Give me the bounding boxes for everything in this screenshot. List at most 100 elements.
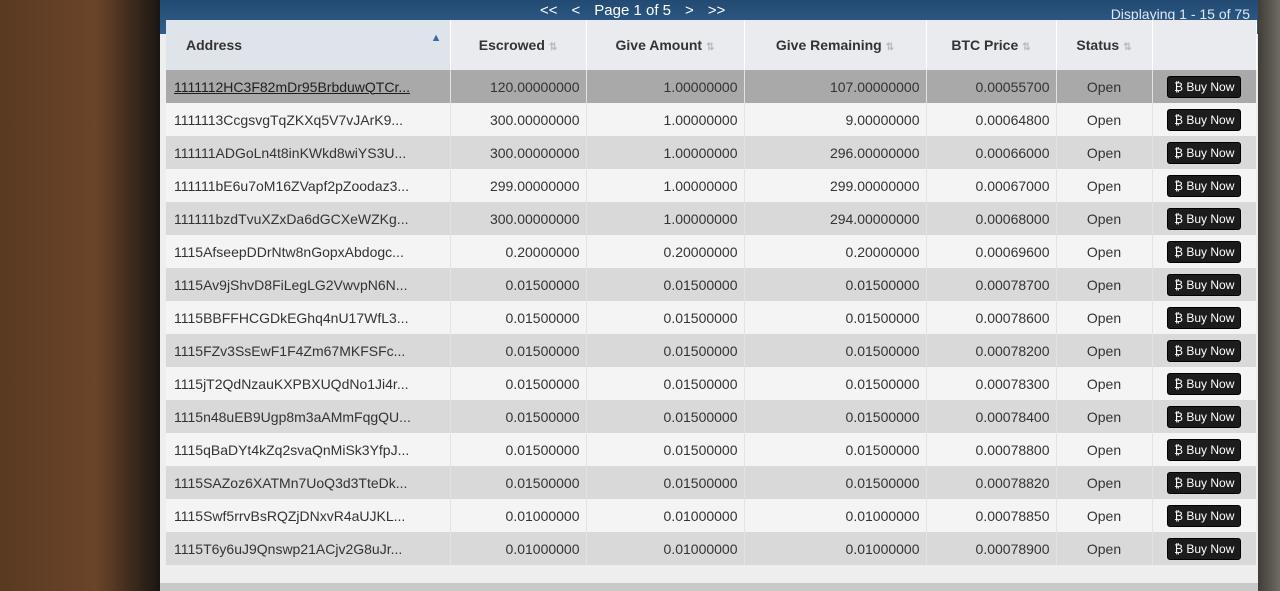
address-cell[interactable]: 1115jT2QdNzauKXPBXUQdNo1Ji4r... bbox=[166, 367, 451, 400]
address-cell[interactable]: 1115T6y6uJ9Qnswp21ACjv2G8uJr... bbox=[166, 532, 451, 565]
escrowed-cell: 0.01500000 bbox=[450, 334, 587, 367]
table-row[interactable]: 1115Av9jShvD8FiLegLG2VwvpN6N... 0.0150000… bbox=[166, 268, 1256, 301]
monitor-bezel-left bbox=[0, 0, 160, 591]
buy-now-button[interactable]: ₿ Buy Now bbox=[1167, 372, 1242, 395]
btc-price-cell: 0.00064800 bbox=[926, 103, 1057, 136]
table-row[interactable]: 111111ADGoLn4t8inKWkd8wiYS3U... 300.00000… bbox=[166, 136, 1256, 169]
escrowed-cell: 0.01500000 bbox=[450, 400, 587, 433]
table-row[interactable]: 1111113CcgsvgTqZKXq5V7vJArK9... 300.00000… bbox=[166, 103, 1256, 136]
btc-price-cell: 0.00078700 bbox=[926, 268, 1057, 301]
column-btc-price[interactable]: BTC Price ⇅ bbox=[926, 20, 1057, 70]
buy-now-button[interactable]: ₿ Buy Now bbox=[1167, 471, 1242, 494]
column-escrowed[interactable]: Escrowed ⇅ bbox=[450, 20, 587, 70]
buy-now-button[interactable]: ₿ Buy Now bbox=[1167, 504, 1242, 527]
give-remaining-cell: 9.00000000 bbox=[744, 103, 927, 136]
buy-now-button[interactable]: ₿ Buy Now bbox=[1167, 273, 1242, 296]
btc-price-cell: 0.00078300 bbox=[926, 367, 1057, 400]
btc-price-cell: 0.00066000 bbox=[926, 136, 1057, 169]
address-cell[interactable]: 111111bE6u7oM16ZVapf2pZoodaz3... bbox=[166, 169, 451, 202]
buy-now-button[interactable]: ₿ Buy Now bbox=[1167, 306, 1242, 329]
give-amount-cell: 0.01500000 bbox=[586, 367, 745, 400]
table-row[interactable]: 1115FZv3SsEwF1F4Zm67MKFSFc... 0.01500000 0… bbox=[166, 334, 1256, 367]
column-give-amount[interactable]: Give Amount ⇅ bbox=[586, 20, 745, 70]
table-row[interactable]: 1115SAZoz6XATMn7UoQ3d3TteDk... 0.01500000… bbox=[166, 466, 1256, 499]
buy-now-button[interactable]: ₿ Buy Now bbox=[1167, 405, 1242, 428]
last-page-icon[interactable]: >> bbox=[708, 2, 726, 19]
status-cell: Open bbox=[1056, 532, 1153, 565]
address-cell[interactable]: 1115AfseepDDrNtw8nGopxAbdogc... bbox=[166, 235, 451, 268]
table-row[interactable]: 1115qBaDYt4kZq2svaQnMiSk3YfpJ... 0.015000… bbox=[166, 433, 1256, 466]
give-remaining-cell: 0.01500000 bbox=[744, 268, 927, 301]
column-give-remaining[interactable]: Give Remaining ⇅ bbox=[744, 20, 927, 70]
taskbar bbox=[160, 583, 1258, 591]
escrowed-cell: 120.00000000 bbox=[450, 70, 587, 103]
status-cell: Open bbox=[1056, 103, 1153, 136]
address-cell[interactable]: 1115qBaDYt4kZq2svaQnMiSk3YfpJ... bbox=[166, 433, 451, 466]
buy-now-button[interactable]: ₿ Buy Now bbox=[1167, 438, 1242, 461]
address-cell[interactable]: 1115Av9jShvD8FiLegLG2VwvpN6N... bbox=[166, 268, 451, 301]
give-amount-cell: 1.00000000 bbox=[586, 70, 745, 103]
buy-now-button[interactable]: ₿ Buy Now bbox=[1167, 75, 1242, 98]
give-amount-cell: 0.01500000 bbox=[586, 301, 745, 334]
pagination-nav: << < Page 1 of 5 > >> bbox=[540, 0, 725, 20]
address-cell[interactable]: 111111bzdTvuXZxDa6dGCXeWZKg... bbox=[166, 202, 451, 235]
address-cell[interactable]: 1115FZv3SsEwF1F4Zm67MKFSFc... bbox=[166, 334, 451, 367]
sort-icon[interactable]: ⇅ bbox=[706, 42, 714, 53]
table-row[interactable]: 1111112HC3F82mDr95BrbduwQTCr... 120.00000… bbox=[166, 70, 1256, 103]
table-row[interactable]: 111111bzdTvuXZxDa6dGCXeWZKg... 300.000000… bbox=[166, 202, 1256, 235]
escrowed-cell: 0.01500000 bbox=[450, 367, 587, 400]
table-row[interactable]: 1115jT2QdNzauKXPBXUQdNo1Ji4r... 0.0150000… bbox=[166, 367, 1256, 400]
give-amount-cell: 0.20000000 bbox=[586, 235, 745, 268]
buy-now-button[interactable]: ₿ Buy Now bbox=[1167, 339, 1242, 362]
buy-now-button[interactable]: ₿ Buy Now bbox=[1167, 207, 1242, 230]
table-row[interactable]: 1115T6y6uJ9Qnswp21ACjv2G8uJr... 0.0100000… bbox=[166, 532, 1256, 565]
table-row[interactable]: 1115Swf5rrvBsRQZjDNxvR4aUJKL... 0.0100000… bbox=[166, 499, 1256, 532]
address-cell[interactable]: 1111112HC3F82mDr95BrbduwQTCr... bbox=[166, 70, 451, 103]
prev-page-icon[interactable]: < bbox=[572, 2, 581, 19]
address-cell[interactable]: 1115SAZoz6XATMn7UoQ3d3TteDk... bbox=[166, 466, 451, 499]
table-row[interactable]: 111111bE6u7oM16ZVapf2pZoodaz3... 299.0000… bbox=[166, 169, 1256, 202]
buy-now-button[interactable]: ₿ Buy Now bbox=[1167, 141, 1242, 164]
table-row[interactable]: 1115AfseepDDrNtw8nGopxAbdogc... 0.2000000… bbox=[166, 235, 1256, 268]
give-amount-cell: 0.01000000 bbox=[586, 499, 745, 532]
give-remaining-cell: 0.01500000 bbox=[744, 334, 927, 367]
btc-price-cell: 0.00055700 bbox=[926, 70, 1057, 103]
give-remaining-cell: 0.01500000 bbox=[744, 367, 927, 400]
give-amount-cell: 0.01500000 bbox=[586, 400, 745, 433]
status-cell: Open bbox=[1056, 202, 1153, 235]
sort-icon[interactable]: ⇅ bbox=[549, 42, 557, 53]
sort-asc-icon[interactable]: ▲ bbox=[431, 32, 442, 44]
address-cell[interactable]: 1115Swf5rrvBsRQZjDNxvR4aUJKL... bbox=[166, 499, 451, 532]
table-row[interactable]: 1115n48uEB9Ugp8m3aAMmFqgQU... 0.01500000 0… bbox=[166, 400, 1256, 433]
escrowed-cell: 0.01000000 bbox=[450, 532, 587, 565]
buy-now-button[interactable]: ₿ Buy Now bbox=[1167, 174, 1242, 197]
address-cell[interactable]: 1115n48uEB9Ugp8m3aAMmFqgQU... bbox=[166, 400, 451, 433]
buy-now-button[interactable]: ₿ Buy Now bbox=[1167, 240, 1242, 263]
btc-price-cell: 0.00078400 bbox=[926, 400, 1057, 433]
next-page-icon[interactable]: > bbox=[685, 2, 694, 19]
address-cell[interactable]: 111111ADGoLn4t8inKWkd8wiYS3U... bbox=[166, 136, 451, 169]
address-cell[interactable]: 1115BBFFHCGDkEGhq4nU17WfL3... bbox=[166, 301, 451, 334]
give-amount-cell: 0.01000000 bbox=[586, 532, 745, 565]
give-amount-cell: 1.00000000 bbox=[586, 169, 745, 202]
buy-now-button[interactable]: ₿ Buy Now bbox=[1167, 108, 1242, 131]
sort-icon[interactable]: ⇅ bbox=[1123, 42, 1131, 53]
escrowed-cell: 300.00000000 bbox=[450, 103, 587, 136]
give-remaining-cell: 0.01000000 bbox=[744, 499, 927, 532]
address-cell[interactable]: 1111113CcgsvgTqZKXq5V7vJArK9... bbox=[166, 103, 451, 136]
monitor-bezel-right bbox=[1256, 0, 1280, 591]
buy-now-button[interactable]: ₿ Buy Now bbox=[1167, 537, 1242, 560]
give-remaining-cell: 0.01500000 bbox=[744, 466, 927, 499]
btc-price-cell: 0.00069600 bbox=[926, 235, 1057, 268]
escrowed-cell: 0.20000000 bbox=[450, 235, 587, 268]
sort-icon[interactable]: ⇅ bbox=[886, 42, 894, 53]
btc-price-cell: 0.00078800 bbox=[926, 433, 1057, 466]
column-status[interactable]: Status ⇅ bbox=[1056, 20, 1153, 70]
first-page-icon[interactable]: << bbox=[540, 2, 558, 19]
sort-icon[interactable]: ⇅ bbox=[1022, 42, 1030, 53]
orders-table: Address ▲ Escrowed ⇅ Give Amount ⇅ Give Re… bbox=[166, 20, 1257, 565]
status-cell: Open bbox=[1056, 367, 1153, 400]
table-row[interactable]: 1115BBFFHCGDkEGhq4nU17WfL3... 0.01500000 0… bbox=[166, 301, 1256, 334]
column-address[interactable]: Address ▲ bbox=[166, 20, 451, 70]
give-remaining-cell: 107.00000000 bbox=[744, 70, 927, 103]
